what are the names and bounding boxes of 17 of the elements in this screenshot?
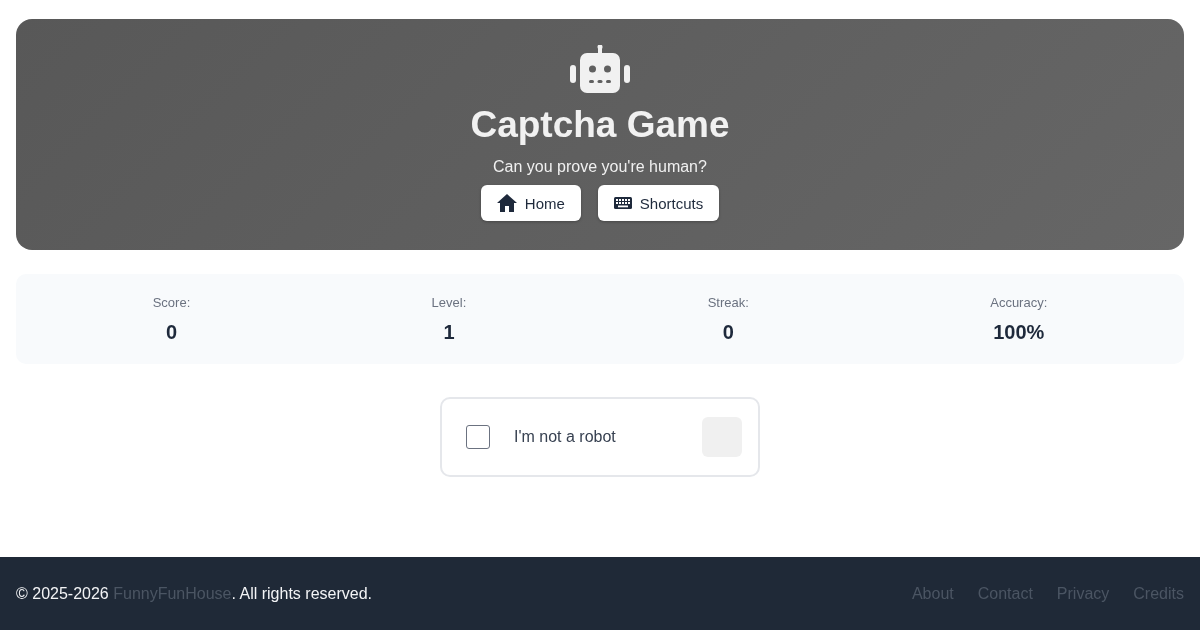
stat-value: 100% — [993, 320, 1045, 344]
shortcuts-button[interactable]: Shortcuts — [597, 185, 720, 221]
stat-value: 0 — [722, 320, 734, 344]
stat-label: Level: — [431, 294, 467, 310]
keyboard-icon — [613, 197, 632, 209]
robot-icon — [570, 45, 630, 93]
page-subtitle: Can you prove you're human? — [493, 157, 707, 177]
stat-value: 0 — [165, 320, 177, 344]
house-icon — [496, 194, 517, 212]
stat-label: Score: — [152, 294, 191, 310]
home-button[interactable]: Home — [480, 185, 581, 221]
captcha-checkbox[interactable] — [466, 425, 490, 449]
stat-label: Streak: — [707, 294, 749, 310]
captcha-label: I'm not a robot — [514, 428, 617, 446]
stat-label: Accuracy: — [990, 294, 1048, 310]
stat-value: 1 — [443, 320, 455, 344]
page-title: Captcha Game — [470, 103, 730, 147]
